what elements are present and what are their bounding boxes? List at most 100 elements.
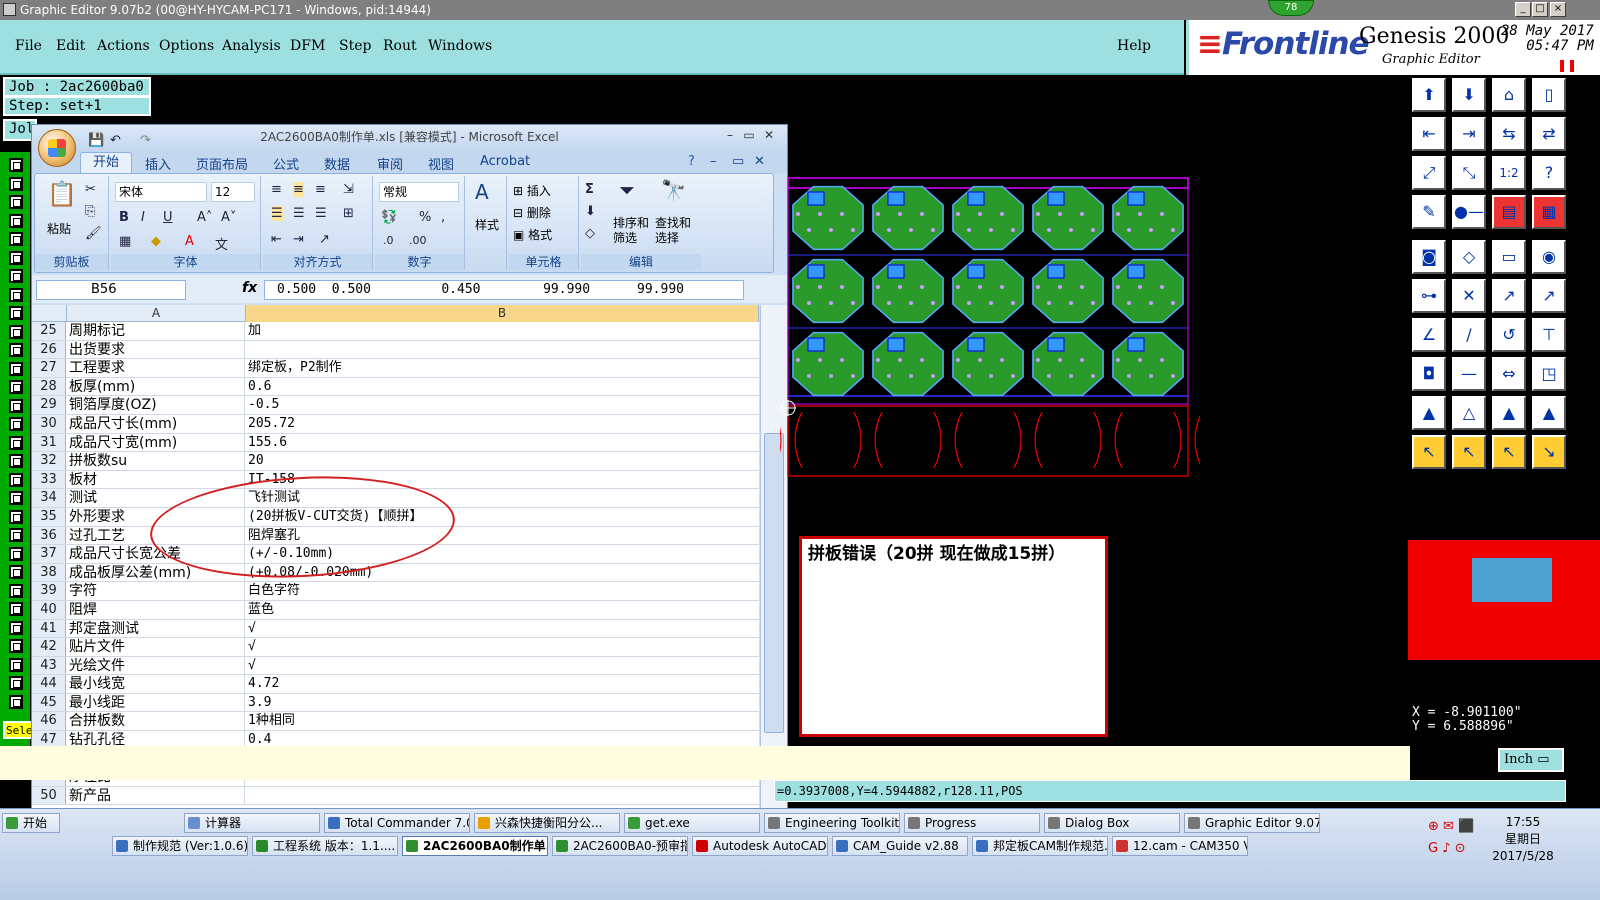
cell-a[interactable]: 合拼板数: [67, 712, 245, 731]
indent-decrease-icon[interactable]: ⇤: [271, 232, 282, 247]
ribbon-minimize-icon[interactable]: –: [710, 154, 717, 169]
layer-toggle[interactable]: [9, 343, 23, 357]
percent-icon[interactable]: %: [419, 210, 431, 225]
tool-button[interactable]: ↗: [1492, 279, 1526, 313]
column-header-b[interactable]: B: [246, 305, 759, 322]
tool-button[interactable]: ▤: [1492, 195, 1526, 229]
cell-a[interactable]: 新产品: [67, 786, 245, 805]
tab-home[interactable]: 开始: [80, 152, 132, 173]
taskbar-item[interactable]: 2AC2600BA0-预审指示...: [552, 836, 688, 856]
cell-a[interactable]: 邦定盘测试: [67, 619, 245, 638]
row-header[interactable]: 33: [32, 470, 66, 489]
tool-button[interactable]: ▭: [1492, 240, 1526, 274]
layer-toggle[interactable]: [9, 546, 23, 561]
tool-button[interactable]: ⤢: [1412, 156, 1446, 190]
help-icon[interactable]: ?: [688, 154, 695, 169]
tool-button[interactable]: ⇄: [1532, 117, 1566, 151]
fill-icon[interactable]: ⬇: [585, 204, 596, 219]
styles-button[interactable]: 样式: [475, 216, 499, 233]
menu-help[interactable]: Help: [1117, 38, 1151, 54]
tool-button[interactable]: △: [1452, 396, 1486, 430]
row-header[interactable]: 34: [32, 489, 66, 507]
cell-a[interactable]: 贴片文件: [67, 638, 245, 656]
align-top-icon[interactable]: ≡: [271, 182, 282, 197]
layer-toggle[interactable]: [9, 528, 23, 542]
paste-button[interactable]: 粘贴: [47, 220, 71, 237]
phonetic-icon[interactable]: 文: [215, 234, 228, 253]
grow-font-icon[interactable]: A˄: [197, 210, 212, 225]
name-box[interactable]: B56: [36, 280, 186, 300]
menu-options[interactable]: Options: [159, 38, 214, 54]
insert-cells-button[interactable]: ⊞ 插入: [513, 182, 551, 199]
clear-icon[interactable]: ◇: [585, 226, 595, 241]
row-header[interactable]: 46: [32, 712, 66, 731]
row-header[interactable]: 25: [32, 322, 66, 340]
taskbar-item[interactable]: Graphic Editor 9.07b2...: [1184, 813, 1320, 833]
office-button[interactable]: [38, 129, 76, 167]
menu-step[interactable]: Step: [339, 38, 371, 54]
tab-data[interactable]: 数据: [324, 154, 350, 173]
italic-icon[interactable]: I: [141, 210, 145, 225]
tool-button[interactable]: ▯: [1532, 78, 1566, 112]
tool-button[interactable]: ↖: [1492, 435, 1526, 469]
tab-page-layout[interactable]: 页面布局: [196, 154, 248, 173]
layer-toggle[interactable]: [9, 417, 23, 431]
layer-toggle[interactable]: [9, 306, 23, 320]
tool-button[interactable]: ◇: [1452, 240, 1486, 274]
row-header[interactable]: 43: [32, 656, 66, 675]
layer-toggle[interactable]: [9, 509, 23, 524]
cell-a[interactable]: 阻焊: [67, 600, 245, 619]
tab-insert[interactable]: 插入: [145, 154, 171, 173]
taskbar-item[interactable]: CAM_Guide v2.88: [832, 836, 968, 856]
formula-input[interactable]: 0.500 0.500 0.450 99.990 99.990: [264, 280, 744, 300]
number-format-select[interactable]: 常规: [379, 182, 459, 202]
tool-button[interactable]: ▦: [1532, 195, 1566, 229]
cell-b[interactable]: 205.72: [246, 415, 759, 433]
ribbon-restore-icon[interactable]: ▭: [732, 154, 744, 169]
tool-button[interactable]: ∠: [1412, 318, 1446, 352]
cell-b[interactable]: 0.6: [246, 378, 759, 396]
menu-windows[interactable]: Windows: [428, 38, 492, 54]
start-button[interactable]: 开始: [2, 813, 60, 833]
format-cells-button[interactable]: ▣ 格式: [513, 226, 552, 243]
row-header[interactable]: 36: [32, 526, 66, 545]
tool-button[interactable]: ↺: [1492, 318, 1526, 352]
row-header[interactable]: 28: [32, 377, 66, 396]
cell-a[interactable]: 板材: [67, 470, 245, 489]
cell-a[interactable]: 最小线距: [67, 693, 245, 712]
tool-button[interactable]: ◳: [1532, 357, 1566, 391]
layer-toggle[interactable]: [9, 287, 23, 302]
tool-button[interactable]: 1:2: [1492, 156, 1526, 190]
shrink-font-icon[interactable]: A˅: [221, 210, 236, 225]
taskbar-item[interactable]: Autodesk AutoCAD 201...: [692, 836, 828, 856]
tool-button[interactable]: ⬆: [1412, 78, 1446, 112]
layer-toggle[interactable]: [9, 158, 23, 172]
tab-review[interactable]: 审阅: [377, 154, 403, 173]
row-header[interactable]: 37: [32, 545, 66, 563]
cell-a[interactable]: 最小线宽: [67, 675, 245, 693]
row-header[interactable]: 41: [32, 619, 66, 638]
cell-a[interactable]: 周期标记: [67, 322, 245, 340]
cell-a[interactable]: 光绘文件: [67, 656, 245, 675]
save-icon[interactable]: 💾: [88, 129, 104, 153]
taskbar-item[interactable]: 工程系统 版本：1.1....: [252, 836, 398, 856]
orientation-icon[interactable]: ↗: [319, 232, 330, 247]
align-right-icon[interactable]: ☰: [315, 206, 327, 221]
cell-a[interactable]: 成品尺寸宽(mm): [67, 433, 245, 452]
row-header[interactable]: 29: [32, 396, 66, 414]
border-icon[interactable]: ▦: [119, 234, 131, 249]
autosum-icon[interactable]: Σ: [585, 182, 594, 197]
tool-button[interactable]: ✎: [1412, 195, 1446, 229]
layer-toggle[interactable]: [9, 602, 23, 616]
sort-filter-button[interactable]: 排序和 筛选: [613, 216, 649, 246]
cell-b[interactable]: √: [246, 638, 759, 656]
excel-restore-button[interactable]: ▭: [738, 126, 760, 144]
tool-button[interactable]: ◙: [1412, 240, 1446, 274]
tray-icons-2[interactable]: G ♪ ⊙: [1428, 841, 1466, 856]
row-header[interactable]: 39: [32, 582, 66, 600]
find-select-button[interactable]: 查找和 选择: [655, 216, 691, 246]
tool-button[interactable]: ◘: [1412, 357, 1446, 391]
layer-toggle[interactable]: [9, 361, 23, 376]
layer-toggle[interactable]: [9, 213, 23, 228]
find-select-icon[interactable]: 🔭: [661, 178, 686, 202]
